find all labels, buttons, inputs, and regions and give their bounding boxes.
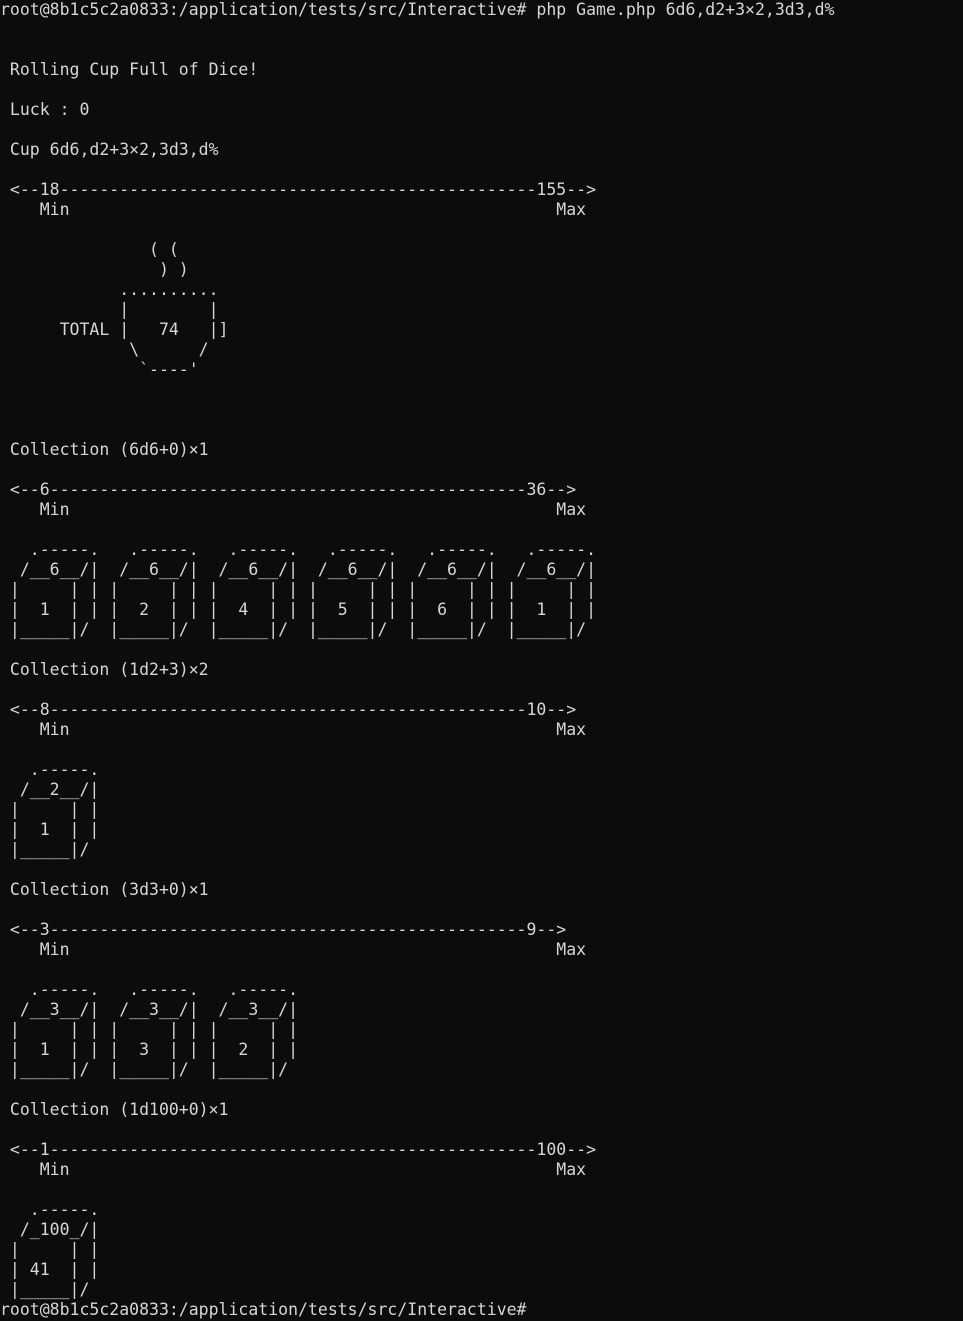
output-line: | | |	[0, 800, 100, 819]
command-line: root@8b1c5c2a0833:/application/tests/src…	[0, 0, 963, 20]
output-line: | 41 | |	[0, 1260, 100, 1279]
output-line: ( (	[0, 240, 179, 259]
output-line: <--6------------------------------------…	[0, 480, 577, 499]
output-line: ) )	[0, 260, 189, 279]
output-line: Rolling Cup Full of Dice!	[0, 60, 259, 79]
output-line: | | |	[0, 1240, 100, 1259]
terminal-output: Rolling Cup Full of Dice! Luck : 0 Cup 6…	[0, 20, 963, 1300]
final-prompt-line[interactable]: root@8b1c5c2a0833:/application/tests/src…	[0, 1300, 963, 1320]
output-line: .-----. .-----. .-----. .-----. .-----. …	[0, 540, 597, 559]
output-line: TOTAL | 74 |]	[0, 320, 229, 339]
output-line: <--8------------------------------------…	[0, 700, 577, 719]
output-line: |_____|/	[0, 1280, 90, 1299]
output-line: `----'	[0, 360, 199, 379]
output-line: <--18-----------------------------------…	[0, 180, 597, 199]
output-line: Luck : 0	[0, 100, 90, 119]
output-line: /__2__/|	[0, 780, 100, 799]
output-line: <--3------------------------------------…	[0, 920, 567, 939]
shell-prompt: root@8b1c5c2a0833:/application/tests/src…	[0, 0, 527, 19]
output-line: .-----.	[0, 760, 100, 779]
terminal-window[interactable]: root@8b1c5c2a0833:/application/tests/src…	[0, 0, 963, 1321]
output-line: Collection (3d3+0)×1	[0, 880, 209, 899]
output-line: Min Max	[0, 720, 587, 739]
output-line: Min Max	[0, 200, 587, 219]
output-line: | | | | | | | | |	[0, 1020, 299, 1039]
output-line: /__3__/| /__3__/| /__3__/|	[0, 1000, 299, 1019]
output-line: ..........	[0, 280, 219, 299]
output-line: Min Max	[0, 1160, 587, 1179]
output-line: Collection (6d6+0)×1	[0, 440, 209, 459]
output-line: Collection (1d2+3)×2	[0, 660, 209, 679]
command-text: php Game.php 6d6,d2+3×2,3d3,d%	[526, 0, 835, 19]
output-line: |_____|/ |_____|/ |_____|/	[0, 1060, 289, 1079]
output-line: /__6__/| /__6__/| /__6__/| /__6__/| /__6…	[0, 560, 597, 579]
output-line: Cup 6d6,d2+3×2,3d3,d%	[0, 140, 219, 159]
output-line: | 1 | | | 3 | | | 2 | |	[0, 1040, 299, 1059]
output-line: /_100_/|	[0, 1220, 100, 1239]
output-line: .-----. .-----. .-----.	[0, 980, 299, 999]
output-line: | 1 | |	[0, 820, 100, 839]
output-line: Min Max	[0, 500, 587, 519]
output-line: <--1------------------------------------…	[0, 1140, 597, 1159]
output-line: Collection (1d100+0)×1	[0, 1100, 229, 1119]
output-line: Min Max	[0, 940, 587, 959]
output-line: | 1 | | | 2 | | | 4 | | | 5 | | | 6 | | …	[0, 600, 597, 619]
final-shell-prompt: root@8b1c5c2a0833:/application/tests/src…	[0, 1300, 527, 1319]
output-line: \ /	[0, 340, 209, 359]
output-line: | | | | | | | | | | | | | | | | | |	[0, 580, 597, 599]
output-line: |_____|/	[0, 840, 90, 859]
output-line: .-----.	[0, 1200, 100, 1219]
output-line: |_____|/ |_____|/ |_____|/ |_____|/ |___…	[0, 620, 587, 639]
output-line: | |	[0, 300, 219, 319]
